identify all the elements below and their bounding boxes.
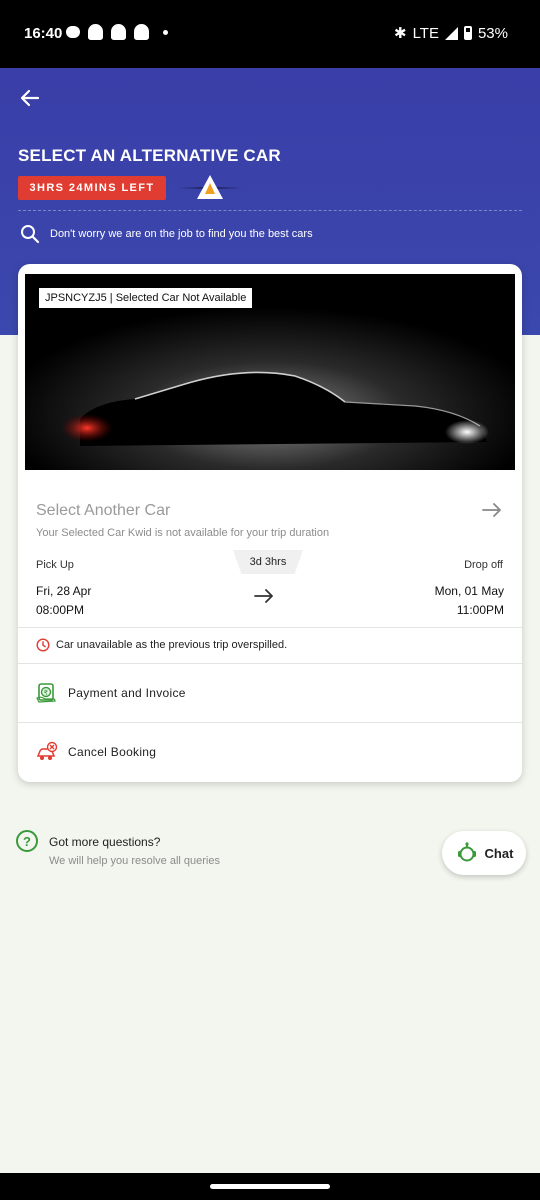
battery-icon <box>463 26 472 40</box>
car-image: JPSNCYZJ5 | Selected Car Not Available <box>25 274 515 470</box>
payment-and-invoice-item[interactable]: ₹ Payment and Invoice <box>18 664 522 722</box>
status-right: ✱ LTE 53% <box>393 24 508 43</box>
warning-triangle-icon <box>197 175 223 199</box>
trip-arrow-icon <box>254 589 273 603</box>
dropoff-time: 11:00PM <box>456 603 504 617</box>
message-icon <box>66 26 80 38</box>
trip-duration: 3d 3hrs <box>233 550 303 574</box>
time-left-badge: 3HRS 24MINS LEFT <box>18 176 166 200</box>
unavailable-text: Car unavailable as the previous trip ove… <box>56 639 288 651</box>
page-title: SELECT AN ALTERNATIVE CAR <box>18 146 281 165</box>
header-divider <box>18 210 522 211</box>
snapchat-icon <box>134 24 149 40</box>
search-info: Don't worry we are on the job to find yo… <box>20 224 313 244</box>
notification-icons <box>66 24 168 40</box>
dropoff-label: Drop off <box>464 559 503 571</box>
faq-subtitle: We will help you resolve all queries <box>49 855 220 867</box>
more-notifications-icon <box>163 29 168 35</box>
car-plate-label: JPSNCYZJ5 | Selected Car Not Available <box>39 288 253 308</box>
select-another-car[interactable]: Select Another Car <box>36 502 170 520</box>
chat-support-icon <box>457 842 476 862</box>
faq-title: Got more questions? <box>49 835 161 849</box>
cancel-booking-icon <box>36 741 58 760</box>
pickup-date: Fri, 28 Apr <box>36 584 92 598</box>
system-nav-bar <box>0 1173 540 1200</box>
bluetooth-icon: ✱ <box>393 25 407 42</box>
pickup-time: 08:00PM <box>36 603 85 617</box>
question-icon: ? <box>16 830 38 852</box>
arrow-right-icon[interactable] <box>480 498 504 522</box>
home-gesture-handle[interactable] <box>210 1184 330 1189</box>
unavailable-notice: Car unavailable as the previous trip ove… <box>36 638 287 652</box>
cancel-booking-label: Cancel Booking <box>68 745 157 759</box>
cancel-booking-item[interactable]: Cancel Booking <box>18 723 522 781</box>
payment-label: Payment and Invoice <box>68 686 186 700</box>
card-divider <box>18 627 522 628</box>
payment-icon: ₹ <box>36 683 56 703</box>
signal-icon <box>444 26 458 40</box>
status-time: 16:40 <box>24 25 63 42</box>
search-icon <box>21 225 40 244</box>
dropoff-date: Mon, 01 May <box>434 584 504 598</box>
status-bar: 16:40 ✱ LTE 53% <box>0 0 540 68</box>
clock-icon <box>36 638 50 652</box>
network-label: LTE <box>412 24 439 42</box>
snapchat-icon <box>111 24 126 40</box>
svg-text:₹: ₹ <box>44 689 49 697</box>
back-arrow-icon[interactable] <box>18 86 42 110</box>
booking-card: JPSNCYZJ5 | Selected Car Not Available S… <box>18 264 522 782</box>
chat-button[interactable]: Chat <box>442 831 526 875</box>
chat-label: Chat <box>484 845 514 861</box>
info-text: Don't worry we are on the job to find yo… <box>50 228 313 240</box>
select-car-subtitle: Your Selected Car Kwid is not available … <box>36 527 330 539</box>
battery-level: 53% <box>477 24 508 42</box>
pickup-label: Pick Up <box>36 559 74 571</box>
snapchat-icon <box>88 24 103 40</box>
